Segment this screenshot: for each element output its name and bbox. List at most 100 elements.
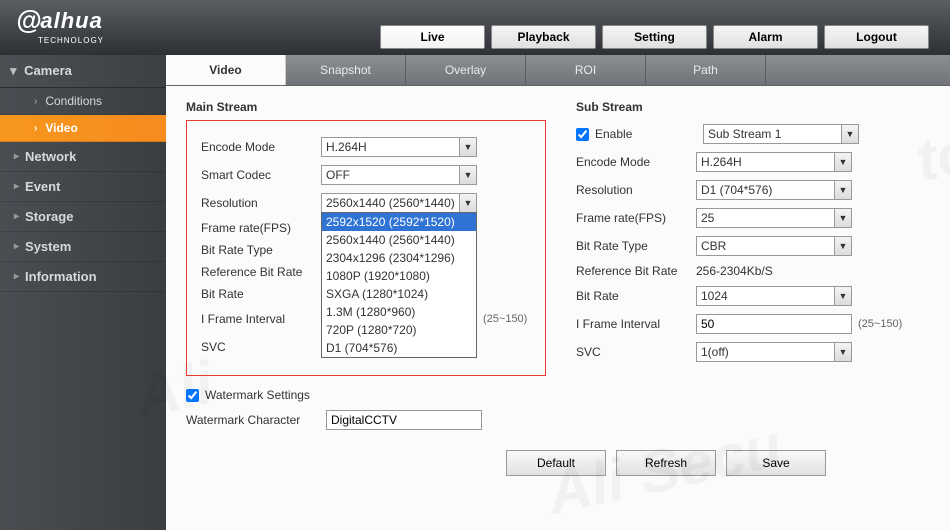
nav-live[interactable]: Live xyxy=(380,25,485,49)
collapse-icon: ▾ xyxy=(10,63,17,78)
enable-label: Enable xyxy=(595,127,703,141)
dropdown-option[interactable]: 1080P (1920*1080) xyxy=(322,267,476,285)
sub-ref-bitrate-label: Reference Bit Rate xyxy=(576,264,696,278)
bitrate-type-label: Bit Rate Type xyxy=(201,243,321,257)
iframe-label: I Frame Interval xyxy=(201,312,321,326)
enable-checkbox[interactable] xyxy=(576,128,589,141)
sidebar: ▾ Camera › Conditions › Video ▸Network ▸… xyxy=(0,55,166,530)
sub-ref-bitrate-value: 256-2304Kb/S xyxy=(696,264,773,278)
tab-roi[interactable]: ROI xyxy=(526,55,646,85)
nav-playback[interactable]: Playback xyxy=(491,25,596,49)
dropdown-option[interactable]: 1.3M (1280*960) xyxy=(322,303,476,321)
sidebar-storage[interactable]: ▸Storage xyxy=(0,202,166,232)
dropdown-option[interactable]: 720P (1280*720) xyxy=(322,321,476,339)
app-header: @ alhua TECHNOLOGY Live Playback Setting… xyxy=(0,0,950,55)
chevron-down-icon: ▼ xyxy=(834,237,851,255)
chevron-down-icon: ▼ xyxy=(459,166,476,184)
resolution-label: Resolution xyxy=(201,196,321,210)
chevron-down-icon: ▼ xyxy=(841,125,858,143)
chevron-down-icon: ▼ xyxy=(834,287,851,305)
dropdown-option[interactable]: 2592x1520 (2592*1520) xyxy=(322,213,476,231)
chevron-down-icon: ▼ xyxy=(459,194,476,212)
sub-resolution-label: Resolution xyxy=(576,183,696,197)
watermark-character-label: Watermark Character xyxy=(186,413,326,427)
resolution-dropdown: 2592x1520 (2592*1520) 2560x1440 (2560*14… xyxy=(321,212,477,358)
expand-icon: ▸ xyxy=(14,211,19,222)
iframe-note: (25~150) xyxy=(483,313,527,325)
sidebar-information[interactable]: ▸Information xyxy=(0,262,166,292)
chevron-down-icon: ▼ xyxy=(834,209,851,227)
chevron-right-icon: › xyxy=(34,123,37,134)
sub-svc-label: SVC xyxy=(576,345,696,359)
encode-mode-label: Encode Mode xyxy=(201,140,321,154)
sidebar-item-video[interactable]: › Video xyxy=(0,115,166,142)
expand-icon: ▸ xyxy=(14,271,19,282)
sub-iframe-input[interactable] xyxy=(696,314,852,334)
dropdown-option[interactable]: D1 (704*576) xyxy=(322,339,476,357)
bitrate-label: Bit Rate xyxy=(201,287,321,301)
expand-icon: ▸ xyxy=(14,241,19,252)
smart-codec-select[interactable]: OFF ▼ xyxy=(321,165,477,185)
sub-frame-rate-select[interactable]: 25▼ xyxy=(696,208,852,228)
sub-bitrate-type-label: Bit Rate Type xyxy=(576,239,696,253)
sub-tabs: Video Snapshot Overlay ROI Path xyxy=(166,55,950,86)
brand-logo: @ alhua TECHNOLOGY xyxy=(0,5,380,55)
svc-label: SVC xyxy=(201,340,321,354)
nav-setting[interactable]: Setting xyxy=(602,25,707,49)
nav-alarm[interactable]: Alarm xyxy=(713,25,818,49)
expand-icon: ▸ xyxy=(14,181,19,192)
mainstream-box: Encode Mode H.264H ▼ Smart Codec OFF ▼ xyxy=(186,120,546,376)
sidebar-event[interactable]: ▸Event xyxy=(0,172,166,202)
sub-bitrate-label: Bit Rate xyxy=(576,289,696,303)
substream-select[interactable]: Sub Stream 1▼ xyxy=(703,124,859,144)
brand-name: alhua xyxy=(40,8,102,34)
brand-subtitle: TECHNOLOGY xyxy=(38,36,380,45)
default-button[interactable]: Default xyxy=(506,450,606,476)
brand-symbol: @ xyxy=(16,5,42,36)
resolution-select[interactable]: 2560x1440 (2560*1440) ▼ xyxy=(321,193,477,213)
sidebar-camera[interactable]: ▾ Camera xyxy=(0,55,166,88)
dropdown-option[interactable]: 2304x1296 (2304*1296) xyxy=(322,249,476,267)
sidebar-item-label: Video xyxy=(45,121,77,135)
chevron-right-icon: › xyxy=(34,96,37,107)
chevron-down-icon: ▼ xyxy=(834,343,851,361)
sidebar-network[interactable]: ▸Network xyxy=(0,142,166,172)
dropdown-option[interactable]: 2560x1440 (2560*1440) xyxy=(322,231,476,249)
dropdown-option[interactable]: SXGA (1280*1024) xyxy=(322,285,476,303)
tab-snapshot[interactable]: Snapshot xyxy=(286,55,406,85)
chevron-down-icon: ▼ xyxy=(834,153,851,171)
frame-rate-label: Frame rate(FPS) xyxy=(201,221,321,235)
sub-svc-select[interactable]: 1(off)▼ xyxy=(696,342,852,362)
sidebar-camera-label: Camera xyxy=(24,63,72,78)
top-nav: Live Playback Setting Alarm Logout xyxy=(380,25,929,55)
watermark-checkbox[interactable] xyxy=(186,389,199,402)
watermark-character-input[interactable] xyxy=(326,410,482,430)
chevron-down-icon: ▼ xyxy=(459,138,476,156)
save-button[interactable]: Save xyxy=(726,450,826,476)
substream-title: Sub Stream xyxy=(576,100,936,114)
tab-path[interactable]: Path xyxy=(646,55,766,85)
sub-resolution-select[interactable]: D1 (704*576)▼ xyxy=(696,180,852,200)
watermark-settings-label: Watermark Settings xyxy=(205,388,345,402)
mainstream-title: Main Stream xyxy=(186,100,546,114)
smart-codec-label: Smart Codec xyxy=(201,168,321,182)
sidebar-item-conditions[interactable]: › Conditions xyxy=(0,88,166,115)
sub-bitrate-type-select[interactable]: CBR▼ xyxy=(696,236,852,256)
encode-mode-select[interactable]: H.264H ▼ xyxy=(321,137,477,157)
content-area: Ali Ali Secu tore Video Snapshot Overlay… xyxy=(166,55,950,530)
sub-bitrate-select[interactable]: 1024▼ xyxy=(696,286,852,306)
sub-frame-rate-label: Frame rate(FPS) xyxy=(576,211,696,225)
chevron-down-icon: ▼ xyxy=(834,181,851,199)
sidebar-system[interactable]: ▸System xyxy=(0,232,166,262)
sub-iframe-note: (25~150) xyxy=(858,318,902,330)
ref-bitrate-label: Reference Bit Rate xyxy=(201,265,321,279)
refresh-button[interactable]: Refresh xyxy=(616,450,716,476)
sidebar-item-label: Conditions xyxy=(45,94,102,108)
sub-encode-mode-label: Encode Mode xyxy=(576,155,696,169)
nav-logout[interactable]: Logout xyxy=(824,25,929,49)
sub-encode-mode-select[interactable]: H.264H▼ xyxy=(696,152,852,172)
tab-video[interactable]: Video xyxy=(166,55,286,85)
tab-overlay[interactable]: Overlay xyxy=(406,55,526,85)
sub-iframe-label: I Frame Interval xyxy=(576,317,696,331)
expand-icon: ▸ xyxy=(14,151,19,162)
